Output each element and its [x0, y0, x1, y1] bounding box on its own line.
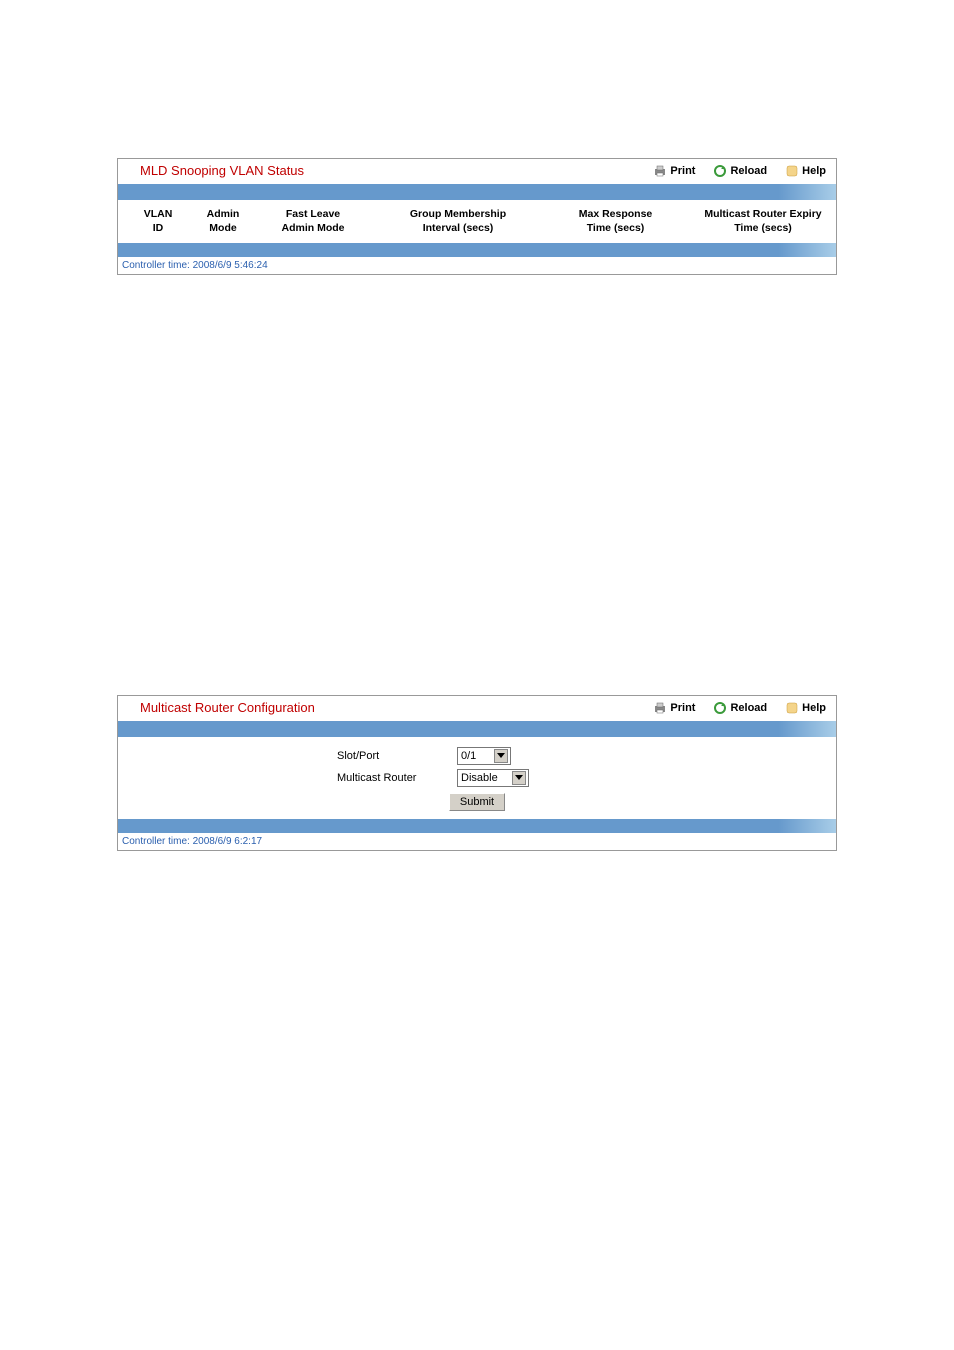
- mld-snooping-vlan-status-panel: MLD Snooping VLAN Status Print Reload He…: [117, 158, 837, 275]
- separator-bar: [118, 721, 836, 737]
- reload-label: Reload: [730, 165, 767, 177]
- col-max-response: Max ResponseTime (secs): [548, 208, 683, 235]
- reload-link[interactable]: Reload: [713, 164, 767, 178]
- panel-title: Multicast Router Configuration: [140, 700, 653, 715]
- mrouter-label: Multicast Router: [337, 772, 457, 784]
- submit-button[interactable]: Submit: [449, 793, 505, 811]
- mrouter-value: Disable: [461, 772, 498, 784]
- print-icon: [653, 164, 667, 178]
- chevron-down-icon: [494, 749, 508, 763]
- mrouter-select[interactable]: Disable: [457, 769, 529, 787]
- table-header-row: VLANID AdminMode Fast LeaveAdmin Mode Gr…: [118, 200, 836, 243]
- help-link[interactable]: Help: [785, 164, 826, 178]
- header-links: Print Reload Help: [653, 164, 826, 178]
- chevron-down-icon: [512, 771, 526, 785]
- slot-port-value: 0/1: [461, 750, 476, 762]
- form-area: Slot/Port 0/1 Multicast Router Disable S…: [118, 737, 836, 819]
- separator-bar: [118, 819, 836, 833]
- col-group-membership: Group MembershipInterval (secs): [368, 208, 548, 235]
- help-icon: [785, 701, 799, 715]
- slot-port-select[interactable]: 0/1: [457, 747, 511, 765]
- print-link[interactable]: Print: [653, 701, 695, 715]
- controller-time: Controller time: 2008/6/9 6:2:17: [118, 833, 836, 850]
- col-vlan-id: VLANID: [128, 208, 188, 235]
- help-link[interactable]: Help: [785, 701, 826, 715]
- header-links: Print Reload Help: [653, 701, 826, 715]
- col-admin-mode: AdminMode: [188, 208, 258, 235]
- multicast-router-config-panel: Multicast Router Configuration Print Rel…: [117, 695, 837, 851]
- slot-port-label: Slot/Port: [337, 750, 457, 762]
- separator-bar: [118, 243, 836, 257]
- reload-link[interactable]: Reload: [713, 701, 767, 715]
- reload-label: Reload: [730, 702, 767, 714]
- slot-port-row: Slot/Port 0/1: [337, 747, 617, 765]
- print-label: Print: [670, 702, 695, 714]
- col-mrouter-expiry: Multicast Router ExpiryTime (secs): [683, 208, 843, 235]
- col-fast-leave: Fast LeaveAdmin Mode: [258, 208, 368, 235]
- print-link[interactable]: Print: [653, 164, 695, 178]
- help-icon: [785, 164, 799, 178]
- print-icon: [653, 701, 667, 715]
- separator-bar: [118, 184, 836, 200]
- reload-icon: [713, 164, 727, 178]
- reload-icon: [713, 701, 727, 715]
- panel-header: Multicast Router Configuration Print Rel…: [118, 696, 836, 721]
- print-label: Print: [670, 165, 695, 177]
- mrouter-row: Multicast Router Disable: [337, 769, 617, 787]
- panel-title: MLD Snooping VLAN Status: [140, 163, 653, 178]
- help-label: Help: [802, 165, 826, 177]
- panel-header: MLD Snooping VLAN Status Print Reload He…: [118, 159, 836, 184]
- controller-time: Controller time: 2008/6/9 5:46:24: [118, 257, 836, 274]
- help-label: Help: [802, 702, 826, 714]
